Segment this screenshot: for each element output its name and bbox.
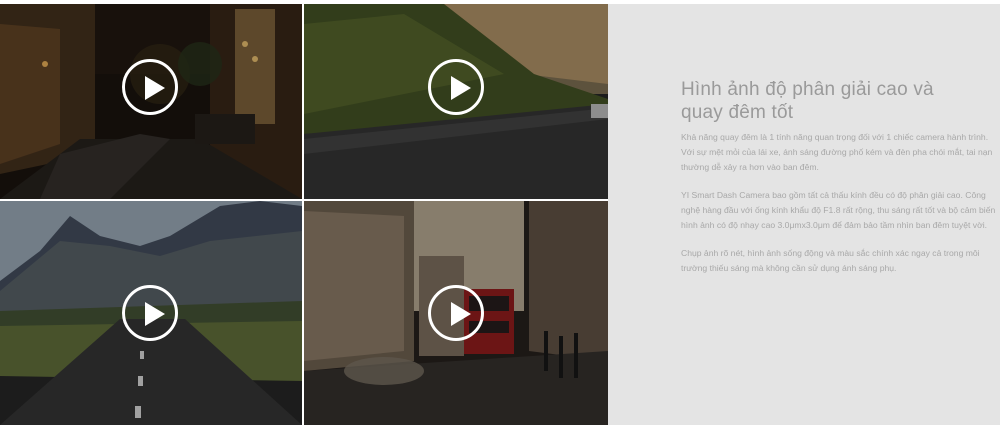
video-thumbnail-city-bus-street[interactable] xyxy=(304,201,608,425)
feature-paragraph: Khả năng quay đêm là 1 tính năng quan tr… xyxy=(681,132,993,172)
video-grid xyxy=(0,4,608,425)
feature-heading: Hình ảnh độ phân giải cao và quay đêm tố… xyxy=(681,79,934,123)
video-thumbnail-mountain-road[interactable] xyxy=(0,201,302,425)
feature-paragraph: YI Smart Dash Camera bao gồm tất cả thấu… xyxy=(681,190,996,230)
play-icon[interactable] xyxy=(428,59,484,115)
feature-description-panel: Hình ảnh độ phân giải cao và quay đêm tố… xyxy=(609,4,1000,425)
play-icon[interactable] xyxy=(122,59,178,115)
video-thumbnail-night-street[interactable] xyxy=(0,4,302,199)
video-thumbnail-hillside-road[interactable] xyxy=(304,4,608,199)
play-icon[interactable] xyxy=(122,285,178,341)
feature-paragraph: Chụp ảnh rõ nét, hình ảnh sống động và m… xyxy=(681,248,980,273)
play-icon[interactable] xyxy=(428,285,484,341)
